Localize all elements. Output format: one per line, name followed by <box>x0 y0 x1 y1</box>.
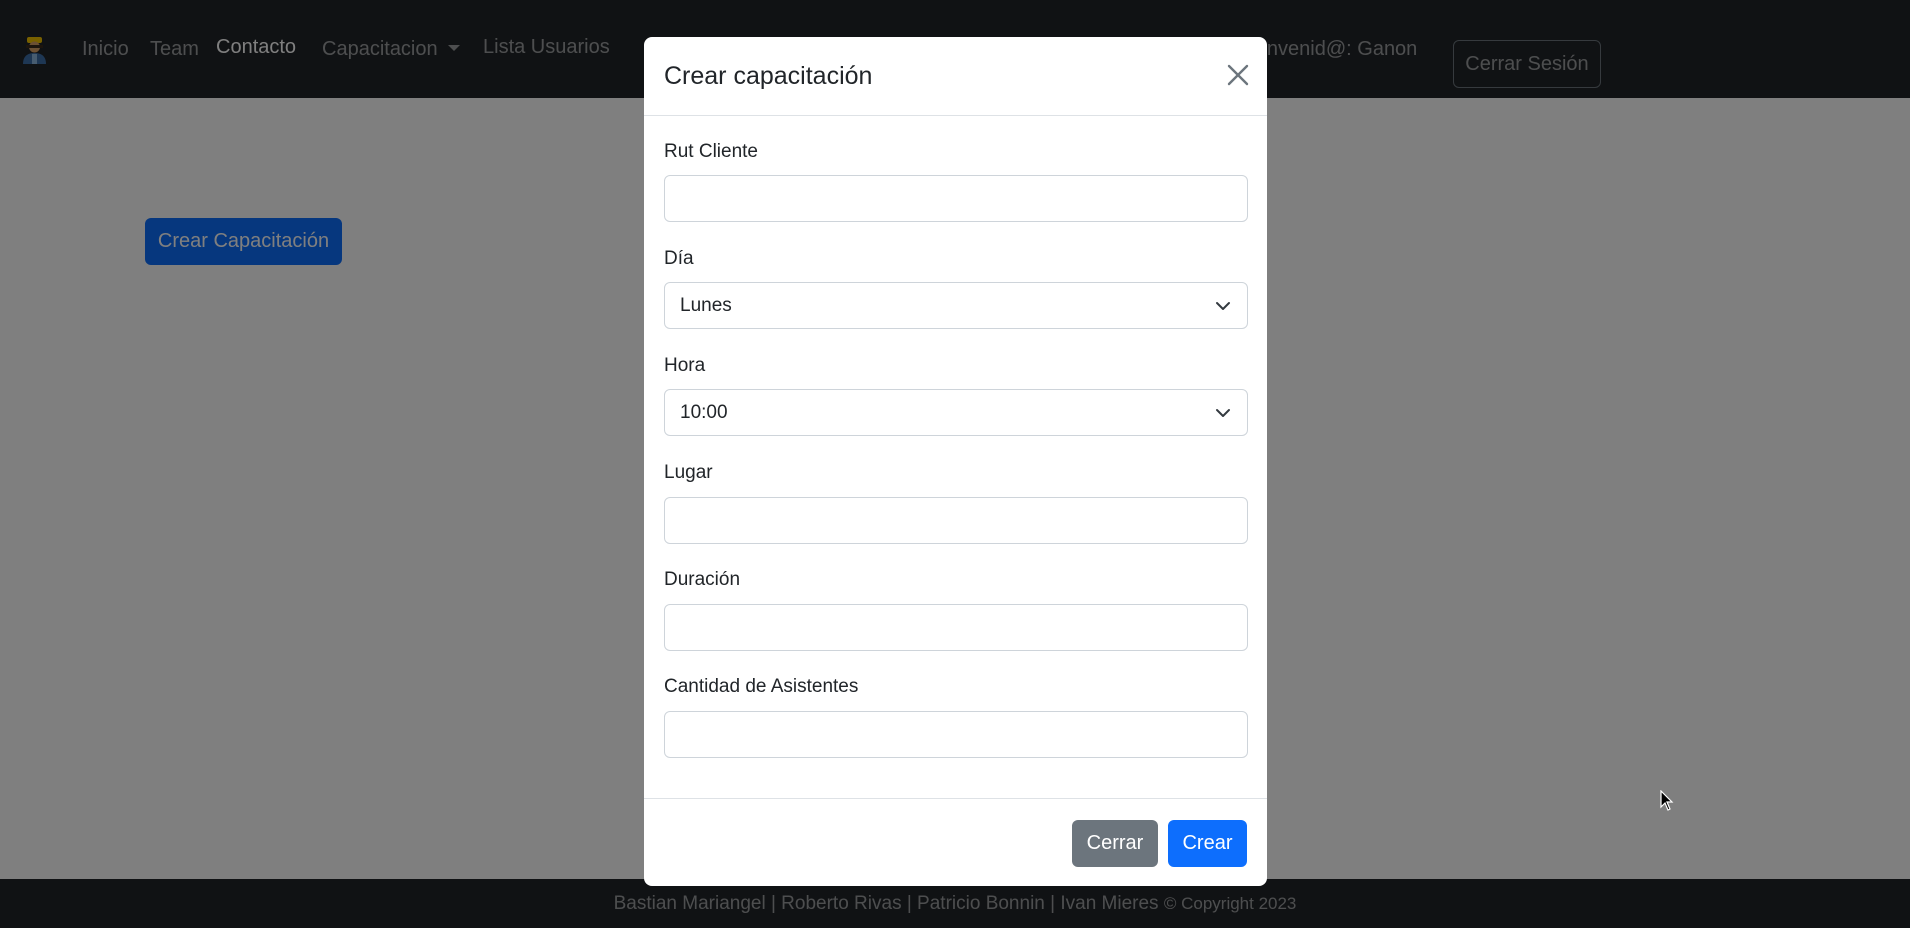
hora-select[interactable]: 10:00 <box>664 389 1248 436</box>
asistentes-label: Cantidad de Asistentes <box>664 676 859 697</box>
create-submit-button[interactable]: Crear <box>1168 820 1247 867</box>
create-training-modal: Crear capacitación Rut Cliente Día Lunes… <box>644 37 1267 886</box>
modal-header: Crear capacitación <box>644 37 1267 116</box>
dia-select[interactable]: Lunes <box>664 282 1248 329</box>
duracion-label: Duración <box>664 569 741 590</box>
chevron-down-icon <box>1216 302 1230 310</box>
rut-cliente-input[interactable] <box>664 175 1248 222</box>
dia-label: Día <box>664 248 694 269</box>
lugar-label: Lugar <box>664 462 713 483</box>
close-icon[interactable] <box>1224 61 1252 89</box>
asistentes-input[interactable] <box>664 711 1248 758</box>
lugar-input[interactable] <box>664 497 1248 544</box>
hora-label: Hora <box>664 355 706 376</box>
chevron-down-icon <box>1216 409 1230 417</box>
rut-cliente-label: Rut Cliente <box>664 141 758 162</box>
modal-title: Crear capacitación <box>664 62 873 90</box>
dia-select-value: Lunes <box>680 295 732 316</box>
hora-select-value: 10:00 <box>680 402 728 423</box>
modal-footer: Cerrar Crear <box>644 798 1267 886</box>
duracion-input[interactable] <box>664 604 1248 651</box>
close-modal-button[interactable]: Cerrar <box>1072 820 1158 867</box>
mouse-pointer-icon <box>1660 790 1674 811</box>
